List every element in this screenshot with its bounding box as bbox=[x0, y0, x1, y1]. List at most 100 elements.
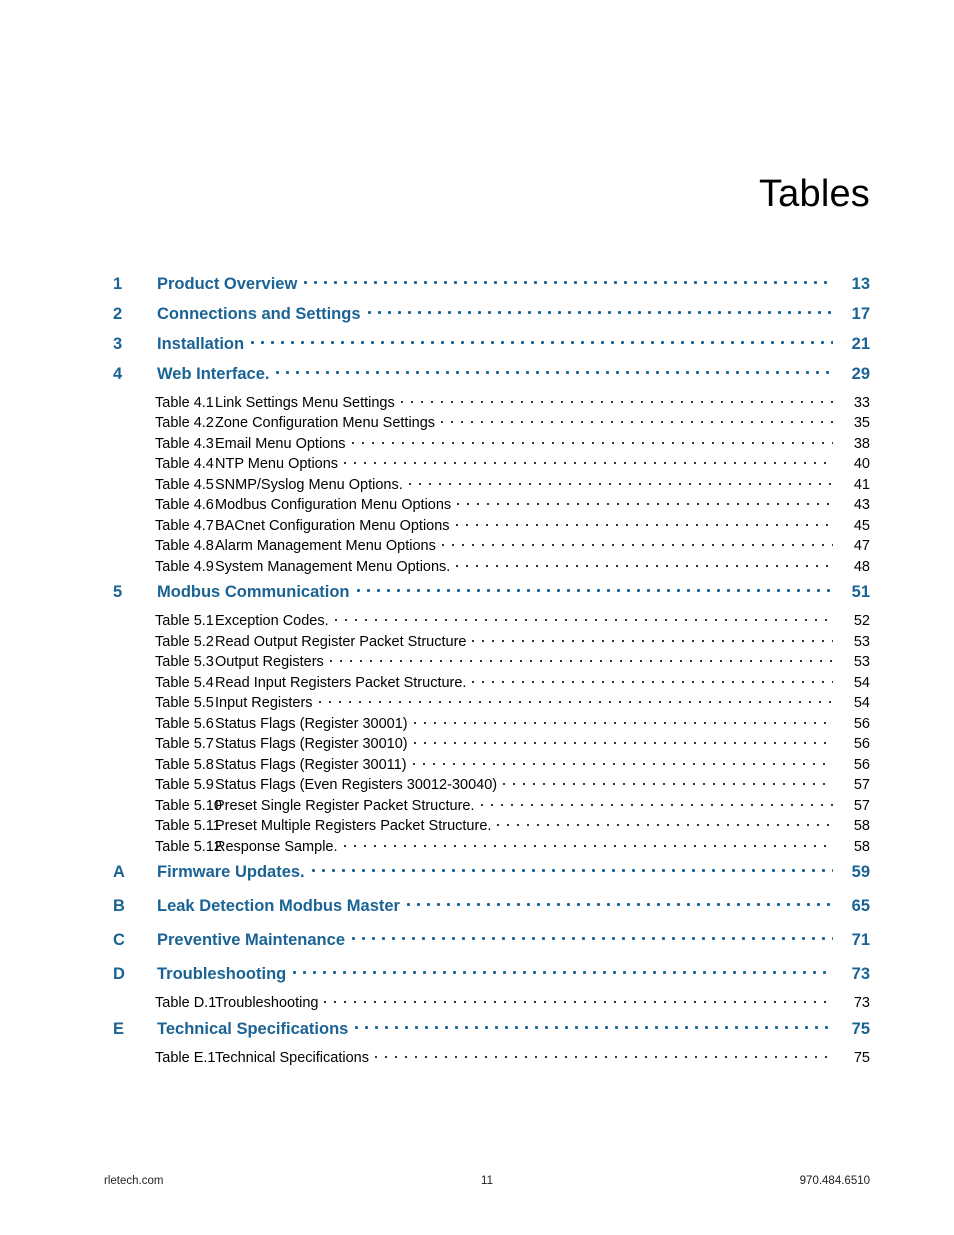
toc-page-number: 40 bbox=[853, 456, 870, 472]
toc-table-title: Status Flags (Register 30011) bbox=[215, 756, 407, 773]
toc-dot-leader bbox=[352, 929, 833, 946]
toc-table-title: Exception Codes. bbox=[215, 613, 329, 629]
toc-chapter-row[interactable]: A Firmware Updates. 59 bbox=[113, 861, 870, 891]
toc-table-number: Table 4.8 bbox=[155, 538, 214, 554]
toc-page-number: 58 bbox=[853, 838, 870, 855]
toc-chapter-number: 2 bbox=[113, 304, 123, 323]
toc-table-title: NTP Menu Options bbox=[215, 456, 339, 472]
toc-chapter-row[interactable]: E Technical Specifications 75 bbox=[113, 1017, 870, 1047]
toc-table-title: Modbus Configuration Menu Options bbox=[215, 497, 452, 513]
toc-chapter-title: Installation bbox=[157, 334, 245, 353]
toc-page-number: 54 bbox=[853, 674, 870, 691]
toc-chapter-row[interactable]: B Leak Detection Modbus Master 65 bbox=[113, 895, 870, 925]
toc-table-row[interactable]: Table 4.9 System Management Menu Options.… bbox=[113, 556, 870, 577]
toc-chapter-title: Modbus Communication bbox=[157, 583, 350, 601]
toc-page-number: 59 bbox=[851, 863, 870, 881]
toc-chapter-title: Product Overview bbox=[157, 274, 298, 293]
toc-page-number: 45 bbox=[853, 517, 870, 534]
toc-page-number: 54 bbox=[853, 695, 870, 711]
toc-table-row[interactable]: Table 5.5 Input Registers 54 bbox=[113, 693, 870, 714]
toc-table-title: Alarm Management Menu Options bbox=[215, 538, 436, 554]
toc-chapter-number: 1 bbox=[113, 274, 123, 293]
toc-table-row[interactable]: Table D.1 Troubleshooting 73 bbox=[113, 993, 870, 1014]
toc-table-row[interactable]: Table 4.4 NTP Menu Options 40 bbox=[113, 454, 870, 475]
toc-page-number: 38 bbox=[853, 435, 870, 452]
toc-dot-leader bbox=[503, 775, 833, 790]
toc-table-number: Table 5.5 bbox=[155, 695, 214, 711]
toc-page-number: 21 bbox=[851, 334, 870, 353]
toc-table-title: Link Settings Menu Settings bbox=[215, 394, 395, 411]
toc-page-number: 53 bbox=[853, 633, 870, 650]
toc-dot-leader bbox=[329, 652, 833, 667]
toc-table-row[interactable]: Table 5.6 Status Flags (Register 30001) 56 bbox=[113, 713, 870, 734]
toc-table-row[interactable]: Table 5.2 Read Output Register Packet Str… bbox=[113, 631, 870, 652]
toc-page-number: 75 bbox=[853, 1049, 870, 1066]
toc-dot-leader bbox=[343, 836, 833, 851]
toc-table-number: Table 5.6 bbox=[155, 715, 214, 732]
toc-chapter-row[interactable]: C Preventive Maintenance 71 bbox=[113, 929, 870, 959]
toc-table-row[interactable]: Table 5.1 Exception Codes. 52 bbox=[113, 611, 870, 632]
toc-table-row[interactable]: Table 4.6 Modbus Configuration Menu Optio… bbox=[113, 495, 870, 516]
toc-table-row[interactable]: Table 5.12 Response Sample. 58 bbox=[113, 836, 870, 857]
toc-table-row[interactable]: Table 5.10 Preset Single Register Packet … bbox=[113, 795, 870, 816]
toc-table-number: Table 5.7 bbox=[155, 736, 214, 752]
toc-dot-leader bbox=[441, 413, 833, 428]
toc-table-title: Status Flags (Register 30001) bbox=[215, 715, 408, 732]
toc-table-row[interactable]: Table 4.8 Alarm Management Menu Options 47 bbox=[113, 536, 870, 557]
toc-dot-leader bbox=[351, 433, 833, 448]
toc-dot-leader bbox=[251, 332, 833, 349]
toc-table-number: Table 5.8 bbox=[155, 756, 214, 773]
toc-chapter-row[interactable]: 4 Web Interface. 29 bbox=[113, 362, 870, 392]
toc-dot-leader bbox=[413, 713, 833, 728]
toc-page-number: 53 bbox=[853, 654, 870, 670]
toc-table-row[interactable]: Table 4.5 SNMP/Syslog Menu Options. 41 bbox=[113, 474, 870, 495]
toc-dot-leader bbox=[293, 963, 833, 980]
toc-chapter-row[interactable]: D Troubleshooting 73 bbox=[113, 963, 870, 993]
toc-table-row[interactable]: Table 4.7 BACnet Configuration Menu Optio… bbox=[113, 515, 870, 536]
toc-table-number: Table 5.4 bbox=[155, 674, 214, 691]
toc-chapter-number: C bbox=[113, 931, 125, 949]
toc-chapter-row[interactable]: 5 Modbus Communication 51 bbox=[113, 581, 870, 611]
toc-table-title: Preset Single Register Packet Structure. bbox=[215, 797, 475, 814]
toc-chapter-row[interactable]: 1 Product Overview 13 bbox=[113, 272, 870, 302]
toc-table-number: Table 5.2 bbox=[155, 633, 214, 650]
toc-dot-leader bbox=[400, 392, 833, 407]
toc-table-row[interactable]: Table 5.4 Read Input Registers Packet Str… bbox=[113, 672, 870, 693]
toc-table-row[interactable]: Table 4.2 Zone Configuration Menu Setting… bbox=[113, 413, 870, 434]
toc-page-number: 57 bbox=[853, 777, 870, 793]
toc-dot-leader bbox=[334, 611, 833, 626]
toc-table-row[interactable]: Table 5.8 Status Flags (Register 30011) 56 bbox=[113, 754, 870, 775]
toc-dot-leader bbox=[480, 795, 833, 810]
toc-page-number: 73 bbox=[853, 995, 870, 1011]
toc-dot-leader bbox=[355, 1017, 833, 1034]
toc-page-number: 51 bbox=[851, 583, 870, 601]
toc-table-row[interactable]: Table 5.9 Status Flags (Even Registers 30… bbox=[113, 775, 870, 796]
toc-table-title: Troubleshooting bbox=[215, 995, 319, 1011]
toc-dot-leader bbox=[318, 693, 833, 708]
toc-page-number: 57 bbox=[853, 797, 870, 814]
toc-chapter-title: Firmware Updates. bbox=[157, 863, 305, 881]
toc-dot-leader bbox=[304, 272, 833, 289]
toc-chapter-number: A bbox=[113, 863, 125, 881]
toc-page-number: 43 bbox=[853, 497, 870, 513]
toc-dot-leader bbox=[344, 454, 833, 469]
toc-page-number: 33 bbox=[853, 394, 870, 411]
toc-table-title: Technical Specifications bbox=[215, 1049, 369, 1066]
toc-table-row[interactable]: Table 4.3 Email Menu Options 38 bbox=[113, 433, 870, 454]
toc-table-title: System Management Menu Options. bbox=[215, 558, 451, 575]
document-page: Tables 1 Product Overview 13 2 Connections a… bbox=[0, 0, 954, 1235]
table-of-contents: 1 Product Overview 13 2 Connections and Sett… bbox=[113, 272, 870, 1068]
toc-dot-leader bbox=[356, 581, 834, 598]
footer-website: rletech.com bbox=[104, 1175, 164, 1187]
toc-table-row[interactable]: Table 5.11 Preset Multiple Registers Pack… bbox=[113, 816, 870, 837]
toc-table-row[interactable]: Table 4.1 Link Settings Menu Settings 33 bbox=[113, 392, 870, 413]
toc-table-title: Output Registers bbox=[215, 654, 324, 670]
toc-table-title: Email Menu Options bbox=[215, 435, 346, 452]
toc-table-row[interactable]: Table E.1 Technical Specifications 75 bbox=[113, 1047, 870, 1068]
toc-chapter-row[interactable]: 2 Connections and Settings 17 bbox=[113, 302, 870, 332]
toc-table-row[interactable]: Table 5.7 Status Flags (Register 30010) 56 bbox=[113, 734, 870, 755]
toc-chapter-row[interactable]: 3 Installation 21 bbox=[113, 332, 870, 362]
page-footer: rletech.com 11 970.484.6510 bbox=[104, 1175, 870, 1187]
toc-table-row[interactable]: Table 5.3 Output Registers 53 bbox=[113, 652, 870, 673]
page-title: Tables bbox=[758, 173, 870, 216]
